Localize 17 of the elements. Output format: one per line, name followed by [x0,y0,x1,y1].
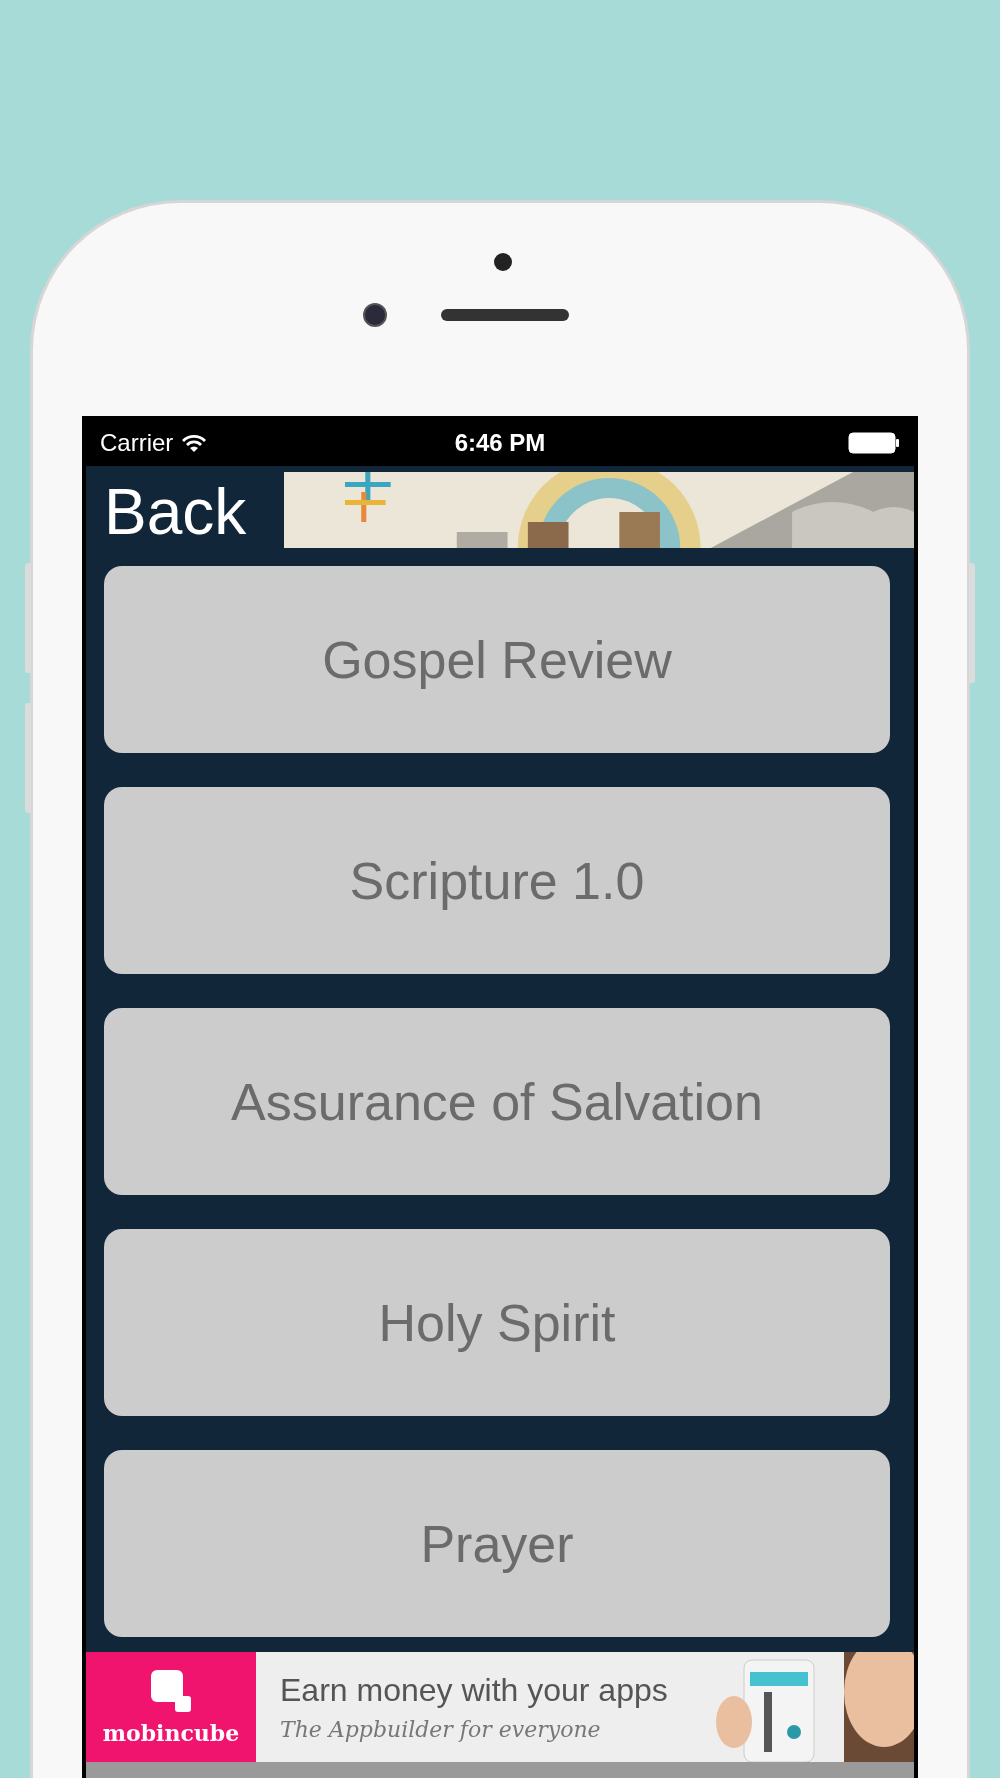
carrier-label: Carrier [100,429,174,457]
brand-name: mobincube [102,1720,240,1746]
menu-button[interactable]: Gospel Review [104,566,890,753]
wifi-icon [181,433,208,453]
menu-button[interactable]: Holy Spirit [104,1229,890,1416]
clock-time: 6:46 PM [454,429,546,457]
back-button[interactable]: Back [104,475,284,549]
menu-button[interactable]: Assurance of Salvation [104,1008,890,1195]
camera-icon [363,303,387,327]
cube-logo-icon [149,1668,193,1714]
ad-tagline: The Appbuilder for everyone [280,1717,602,1742]
speaker-icon [441,309,569,321]
ad-headline: Earn money with your apps [280,1672,669,1709]
menu-button[interactable]: Prayer [104,1450,890,1637]
sensor-icon [494,253,512,271]
battery-icon [848,432,900,454]
menu-button[interactable]: Scripture 1.0 [104,787,890,974]
